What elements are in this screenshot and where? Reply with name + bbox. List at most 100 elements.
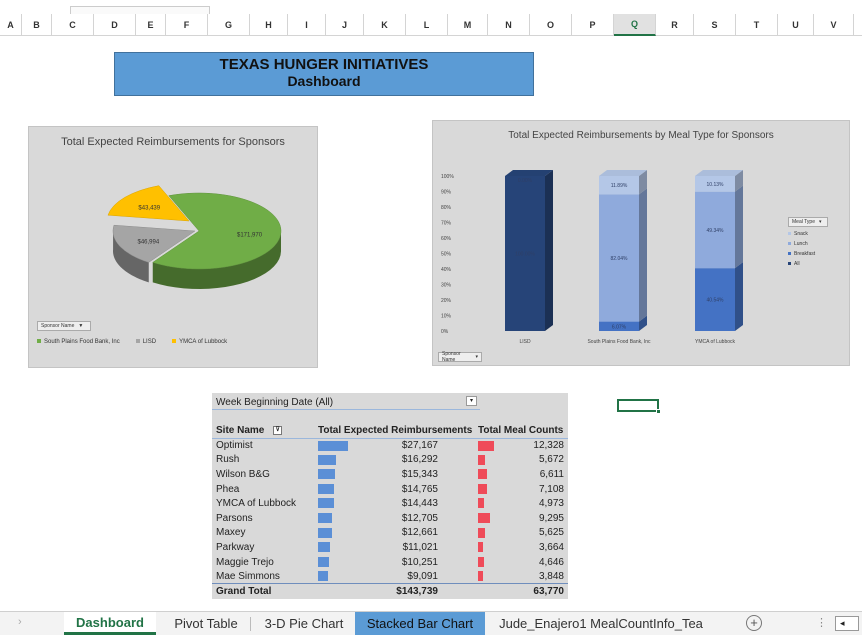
pie-data-label: $43,439 (138, 205, 160, 211)
tab-pivot-table[interactable]: Pivot Table (162, 612, 250, 635)
pivot-row[interactable]: Optimist $27,167 12,328 (212, 438, 568, 453)
column-header-l[interactable]: L (406, 14, 448, 36)
reimbursement-cell: $12,661 (316, 526, 476, 541)
column-header-m[interactable]: M (448, 14, 488, 36)
pivot-row[interactable]: Parkway $11,021 3,664 (212, 540, 568, 555)
column-header-s[interactable]: S (694, 14, 736, 36)
bar-top-face (505, 170, 553, 176)
meal-type-filter-button[interactable]: Meal Type ▾ (788, 217, 828, 227)
y-tick-label: 30% (441, 283, 452, 289)
stacked-bar-chart-panel[interactable]: Total Expected Reimbursements by Meal Ty… (432, 120, 850, 366)
tab-meal-count-info[interactable]: Jude_Enajero1 MealCountInfo_Tea (490, 612, 712, 635)
data-bar-red (478, 571, 483, 582)
pie-legend-item: LISD (135, 339, 156, 345)
sponsor-name-filter-button[interactable]: Sponsor Name ▼ (37, 321, 91, 331)
data-bar-blue (318, 454, 336, 465)
data-bar-blue (318, 498, 334, 509)
bar-data-label: 0.00% (518, 178, 533, 184)
scroll-left-icon[interactable]: ◂ (835, 616, 859, 631)
column-header-j[interactable]: J (326, 14, 364, 36)
grand-total-row: Grand Total $143,739 63,770 (212, 583, 568, 599)
column-header-n[interactable]: N (488, 14, 530, 36)
filter-icon[interactable]: ⊽ (273, 426, 283, 436)
meal-count-cell: 6,611 (476, 467, 568, 482)
fill-handle[interactable] (656, 409, 661, 414)
bar-sponsor-filter-button[interactable]: Sponsor Name ▾ (438, 351, 482, 363)
site-name-cell: Wilson B&G (216, 468, 270, 480)
reimbursement-cell: $15,343 (316, 467, 476, 482)
pivot-row[interactable]: Mae Simmons $9,091 3,848 (212, 569, 568, 584)
more-options-icon[interactable]: ⋮ (816, 616, 827, 629)
tab-scroll-left-icon[interactable]: › (18, 616, 22, 628)
site-name-header-label: Site Name (216, 425, 265, 437)
pie-data-label: $46,994 (138, 239, 160, 245)
reimbursement-cell: $16,292 (316, 453, 476, 468)
data-bar-blue (318, 556, 330, 567)
reimbursement-cell: $9,091 (316, 569, 476, 584)
pivot-row[interactable]: Wilson B&G $15,343 6,611 (212, 467, 568, 482)
meal-count-cell: 4,973 (476, 496, 568, 511)
column-header-h[interactable]: H (250, 14, 288, 36)
column-header-g[interactable]: G (208, 14, 250, 36)
y-tick-label: 90% (441, 190, 452, 196)
pivot-row[interactable]: Parsons $12,705 9,295 (212, 511, 568, 526)
reimbursement-cell: $14,443 (316, 496, 476, 511)
bar-segment-side (735, 262, 743, 331)
column-header-o[interactable]: O (530, 14, 572, 36)
column-header-p[interactable]: P (572, 14, 614, 36)
column-header-q[interactable]: Q (614, 14, 656, 36)
selected-cell[interactable] (617, 399, 661, 414)
data-bar-red (478, 440, 494, 451)
data-bar-blue (318, 571, 329, 582)
column-header-f[interactable]: F (166, 14, 208, 36)
bar-legend: Meal Type ▾ Snack Lunch Breakfast All (788, 217, 828, 271)
dashboard-title-banner[interactable]: TEXAS HUNGER INITIATIVES Dashboard (114, 52, 534, 96)
ribbon-edge (0, 0, 862, 14)
reimbursement-header: Total Expected Reimbursements (316, 424, 476, 439)
data-bar-blue (318, 527, 332, 538)
pivot-row[interactable]: Maxey $12,661 5,625 (212, 526, 568, 541)
pie-chart-panel[interactable]: Total Expected Reimbursements for Sponso… (28, 126, 318, 368)
column-header-e[interactable]: E (136, 14, 166, 36)
y-tick-label: 70% (441, 221, 452, 227)
data-bar-blue (318, 483, 335, 494)
pie-data-label: $171,970 (237, 233, 263, 239)
data-bar-red (478, 483, 488, 494)
column-header-i[interactable]: I (288, 14, 326, 36)
site-name-header[interactable]: Site Name ⊽ (212, 424, 316, 439)
pivot-filter-dropdown[interactable]: ▾ (466, 396, 477, 406)
column-header-b[interactable]: B (22, 14, 52, 36)
site-name-cell: Maggie Trejo (216, 556, 274, 568)
pivot-grid: Site Name ⊽ Total Expected Reimbursement… (212, 424, 568, 599)
column-header-c[interactable]: C (52, 14, 94, 36)
reimbursement-cell: $14,765 (316, 482, 476, 497)
bar-data-label: 10.13% (707, 182, 725, 188)
pivot-header-row: Site Name ⊽ Total Expected Reimbursement… (212, 424, 568, 439)
pivot-row[interactable]: Phea $14,765 7,108 (212, 482, 568, 497)
sheet-tab-bar: › Dashboard Pivot Table 3-D Pie Chart St… (0, 611, 862, 635)
pivot-filter-underline (212, 409, 480, 410)
column-header-u[interactable]: U (778, 14, 814, 36)
y-tick-label: 80% (441, 205, 452, 211)
meal-count-cell: 5,625 (476, 526, 568, 541)
column-header-r[interactable]: R (656, 14, 694, 36)
pivot-filter-label: Week Beginning Date (All) (216, 397, 334, 408)
bar-sponsor-filter-label: Sponsor Name (442, 351, 461, 363)
bar-data-label: 82.04% (611, 256, 629, 262)
column-header-k[interactable]: K (364, 14, 406, 36)
tab-dashboard[interactable]: Dashboard (64, 612, 156, 635)
pivot-row[interactable]: Maggie Trejo $10,251 4,646 (212, 555, 568, 570)
bar-data-label: 100.00% (515, 252, 535, 258)
add-sheet-icon[interactable]: + (746, 615, 762, 631)
pivot-row[interactable]: Rush $16,292 5,672 (212, 453, 568, 468)
tab-stacked-bar-chart[interactable]: Stacked Bar Chart (355, 612, 485, 635)
column-header-v[interactable]: V (814, 14, 854, 36)
ribbon-tab-edge (70, 6, 210, 14)
column-header-t[interactable]: T (736, 14, 778, 36)
column-header-d[interactable]: D (94, 14, 136, 36)
meal-count-cell: 4,646 (476, 555, 568, 570)
pivot-table[interactable]: Week Beginning Date (All) ▾ Site Name ⊽ … (212, 393, 568, 599)
tab-3d-pie-chart[interactable]: 3-D Pie Chart (254, 612, 354, 635)
pivot-row[interactable]: YMCA of Lubbock $14,443 4,973 (212, 496, 568, 511)
column-header-a[interactable]: A (0, 14, 22, 36)
